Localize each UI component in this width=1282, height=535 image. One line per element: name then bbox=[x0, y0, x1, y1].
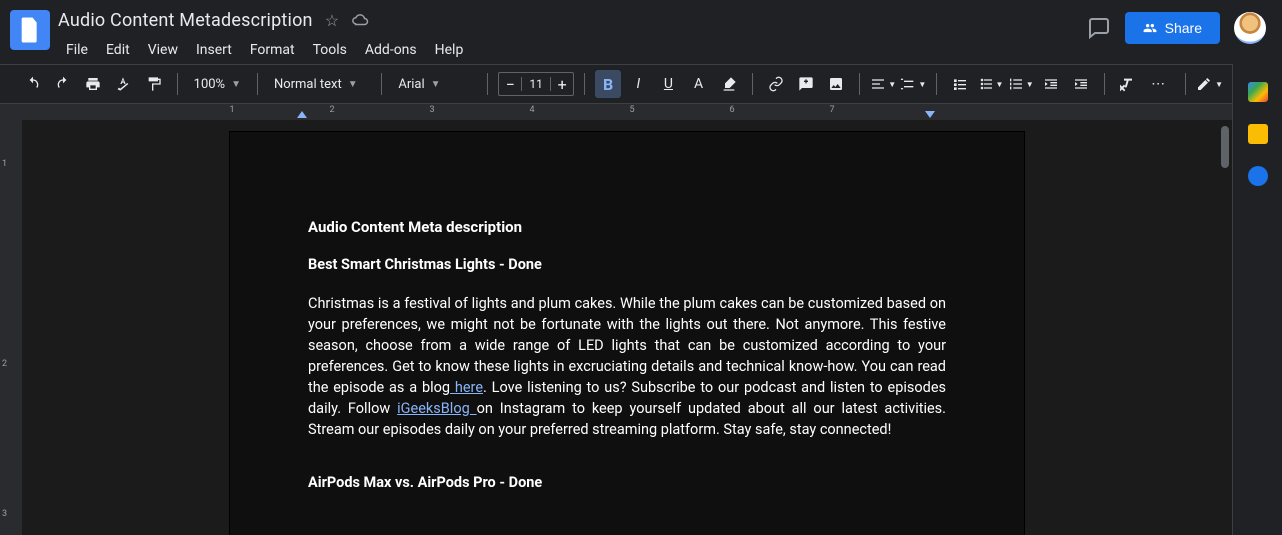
more-icon[interactable]: ⋯ bbox=[1145, 70, 1171, 98]
zoom-value: 100% bbox=[194, 77, 225, 92]
right-indent-marker[interactable] bbox=[925, 111, 935, 118]
star-icon[interactable]: ☆ bbox=[325, 11, 339, 30]
tasks-addon-icon[interactable] bbox=[1248, 166, 1268, 186]
insert-image-icon[interactable] bbox=[823, 70, 849, 98]
title-area: Audio Content Metadescription ☆ File Edi… bbox=[58, 6, 471, 64]
comments-icon[interactable] bbox=[1087, 16, 1111, 40]
menu-addons[interactable]: Add-ons bbox=[357, 38, 425, 62]
doc-heading: Audio Content Meta description bbox=[308, 218, 946, 236]
calendar-addon-icon[interactable] bbox=[1248, 82, 1268, 102]
toolbar: 100%▼ Normal text▼ Arial▼ − 11 + B I U A… bbox=[0, 64, 1282, 104]
line-spacing-button[interactable]: ▼ bbox=[900, 70, 926, 98]
menu-insert[interactable]: Insert bbox=[188, 38, 240, 62]
bold-button[interactable]: B bbox=[595, 70, 621, 98]
bulleted-list-icon[interactable]: ▼ bbox=[977, 70, 1003, 98]
print-icon[interactable] bbox=[80, 70, 106, 98]
app-header: Audio Content Metadescription ☆ File Edi… bbox=[0, 0, 1282, 64]
menu-view[interactable]: View bbox=[140, 38, 186, 62]
underline-button[interactable]: U bbox=[655, 70, 681, 98]
add-comment-icon[interactable] bbox=[793, 70, 819, 98]
paint-format-icon[interactable] bbox=[141, 70, 167, 98]
section1-title: Best Smart Christmas Lights - Done bbox=[308, 256, 946, 273]
font-size-increase[interactable]: + bbox=[551, 75, 573, 94]
link-igeeksblog[interactable]: iGeeksBlog bbox=[397, 400, 476, 417]
link-here[interactable]: here bbox=[450, 379, 483, 396]
font-size-value[interactable]: 11 bbox=[521, 77, 551, 91]
clear-formatting-icon[interactable] bbox=[1115, 70, 1141, 98]
increase-indent-icon[interactable] bbox=[1068, 70, 1094, 98]
numbered-list-icon[interactable]: ▼ bbox=[1008, 70, 1034, 98]
italic-button[interactable]: I bbox=[625, 70, 651, 98]
horizontal-ruler[interactable]: 1 2 3 4 5 6 7 bbox=[22, 104, 1232, 120]
keep-addon-icon[interactable] bbox=[1248, 124, 1268, 144]
insert-link-icon[interactable] bbox=[763, 70, 789, 98]
font-value: Arial bbox=[398, 77, 424, 92]
menu-edit[interactable]: Edit bbox=[98, 38, 138, 62]
side-panel bbox=[1232, 64, 1282, 535]
document-canvas[interactable]: 1 2 3 4 5 6 7 Audio Content Meta descrip… bbox=[22, 104, 1232, 535]
menu-bar: File Edit View Insert Format Tools Add-o… bbox=[58, 36, 471, 64]
share-label: Share bbox=[1165, 20, 1202, 36]
workspace: 1 2 3 1 2 3 4 5 6 7 Audio Content Meta d… bbox=[0, 104, 1232, 535]
menu-help[interactable]: Help bbox=[427, 38, 472, 62]
spellcheck-icon[interactable] bbox=[110, 70, 136, 98]
menu-tools[interactable]: Tools bbox=[305, 38, 355, 62]
font-size-control: − 11 + bbox=[498, 72, 574, 96]
zoom-select[interactable]: 100%▼ bbox=[188, 71, 247, 97]
font-size-decrease[interactable]: − bbox=[499, 75, 521, 94]
account-avatar[interactable] bbox=[1234, 12, 1266, 44]
align-button[interactable]: ▼ bbox=[870, 70, 896, 98]
decrease-indent-icon[interactable] bbox=[1038, 70, 1064, 98]
section1-body: Christmas is a festival of lights and pl… bbox=[308, 293, 946, 440]
undo-icon[interactable] bbox=[20, 70, 46, 98]
paragraph-style-select[interactable]: Normal text▼ bbox=[268, 71, 372, 97]
left-indent-marker[interactable] bbox=[297, 111, 307, 118]
share-button[interactable]: Share bbox=[1125, 12, 1220, 44]
scrollbar-thumb[interactable] bbox=[1221, 126, 1229, 168]
cloud-status-icon[interactable] bbox=[351, 13, 369, 27]
vertical-ruler[interactable]: 1 2 3 bbox=[0, 104, 22, 535]
redo-icon[interactable] bbox=[50, 70, 76, 98]
font-select[interactable]: Arial▼ bbox=[392, 71, 477, 97]
docs-logo-icon[interactable] bbox=[10, 10, 50, 50]
style-value: Normal text bbox=[274, 77, 342, 92]
menu-format[interactable]: Format bbox=[242, 38, 303, 62]
checklist-icon[interactable] bbox=[947, 70, 973, 98]
document-page[interactable]: Audio Content Meta description Best Smar… bbox=[230, 132, 1024, 535]
editing-mode-icon[interactable]: ▼ bbox=[1196, 70, 1223, 98]
text-color-button[interactable]: A bbox=[686, 70, 712, 98]
menu-file[interactable]: File bbox=[58, 38, 96, 62]
document-title[interactable]: Audio Content Metadescription bbox=[58, 10, 313, 31]
section2-title: AirPods Max vs. AirPods Pro - Done bbox=[308, 474, 946, 491]
highlight-button[interactable] bbox=[716, 70, 742, 98]
